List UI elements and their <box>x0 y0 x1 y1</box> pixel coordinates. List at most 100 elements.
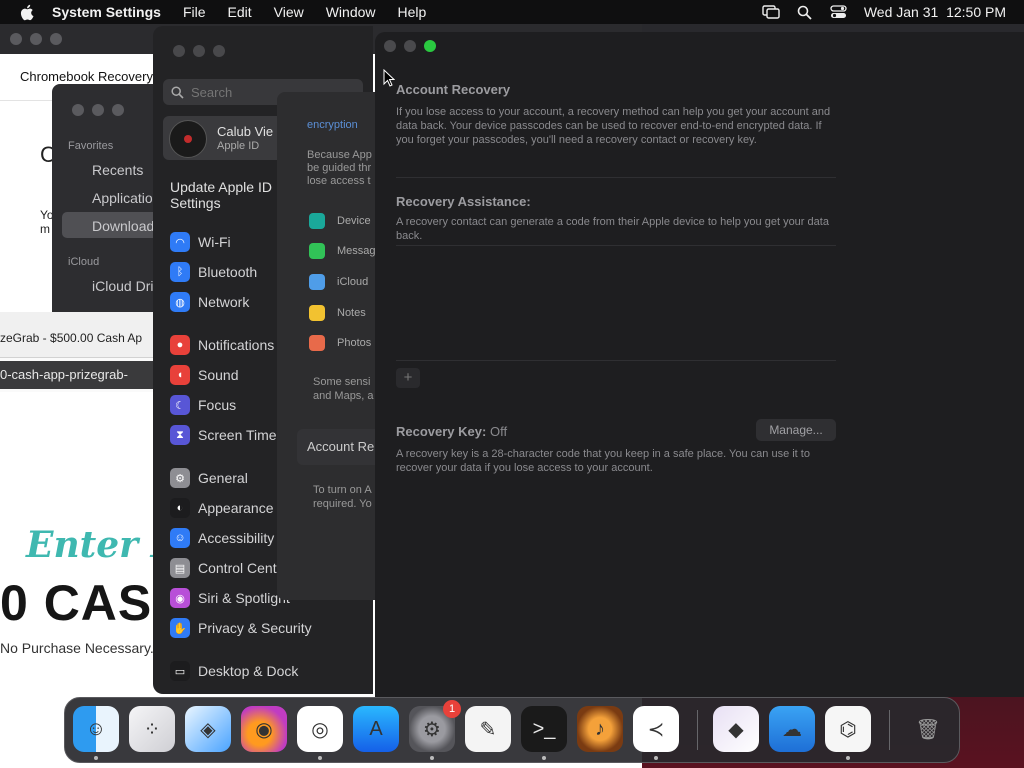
recovery-minimize-button[interactable] <box>404 40 416 52</box>
sidebar-item-label: Notifications <box>198 337 275 353</box>
menu-app-name[interactable]: System Settings <box>52 4 161 20</box>
account-recovery-row[interactable]: Account Re <box>297 429 377 465</box>
system-settings-icon[interactable]: ⚙ 1 <box>409 700 461 752</box>
sidebar-item-label: Network <box>198 294 250 310</box>
sidebar-item-control-center[interactable]: ▤ Control Cent <box>170 557 277 579</box>
finder-zoom-button[interactable] <box>112 104 124 116</box>
menu-window[interactable]: Window <box>326 4 376 20</box>
settings-close-button[interactable] <box>173 45 185 57</box>
menu-view[interactable]: View <box>274 4 304 20</box>
account-recovery-title: Account Recovery <box>396 82 511 97</box>
dock-running-indicator <box>654 756 658 760</box>
firefox-icon[interactable]: ◉ <box>241 706 287 752</box>
prize-popup-url[interactable]: 0-cash-app-prizegrab- <box>0 361 156 389</box>
sidebar-item-appearance[interactable]: ◐ Appearance <box>170 497 274 519</box>
screen-mirroring-icon[interactable] <box>762 4 780 20</box>
chrome-icon[interactable]: ◎ <box>297 706 343 752</box>
terminal-icon[interactable]: >_ <box>521 706 567 752</box>
sidebar-item-accessibility[interactable]: ☺ Accessibility <box>170 527 274 549</box>
weather-icon[interactable]: ☁ <box>769 706 815 752</box>
mid-note-line-2: and Maps, a <box>313 390 374 402</box>
encryption-link[interactable]: encryption <box>307 119 358 132</box>
menu-edit[interactable]: Edit <box>228 4 252 20</box>
dock-icon: ▭ <box>170 661 190 681</box>
sidebar-item-bell[interactable]: ● Notifications <box>170 334 274 356</box>
garageband-glyph-icon: ♪ <box>595 717 605 740</box>
finder-icloud-label: iCloud <box>68 256 100 268</box>
manage-recovery-key-button[interactable]: Manage... <box>756 419 836 441</box>
recovery-key-status: Recovery Key: Off <box>396 424 507 439</box>
sidebar-item-bluetooth[interactable]: ᛒ Bluetooth <box>170 261 257 283</box>
add-recovery-contact-button[interactable]: + <box>396 368 420 388</box>
sidebar-item-label: Screen Time <box>198 427 277 443</box>
recovery-assistance-title: Recovery Assistance: <box>396 194 531 209</box>
finder-item-applications[interactable]: Applicatio <box>92 190 153 206</box>
sidebar-item-gear[interactable]: ⚙ General <box>170 467 248 489</box>
menu-file[interactable]: File <box>183 4 206 20</box>
spotlight-search-icon[interactable] <box>796 4 814 20</box>
sidebar-item-moon[interactable]: ☾ Focus <box>170 394 236 416</box>
launchpad-icon[interactable]: ⁘ <box>129 706 175 752</box>
settings-minimize-button[interactable] <box>193 45 205 57</box>
trash-icon[interactable]: 🗑 <box>905 706 951 752</box>
sidebar-item-globe[interactable]: ◍ Network <box>170 291 249 313</box>
finder-close-button[interactable] <box>72 104 84 116</box>
app-store-icon[interactable]: A <box>353 706 399 752</box>
sidebar-item-hand[interactable]: ✋ Privacy & Security <box>170 617 312 639</box>
finder-icon[interactable]: ☺ <box>73 706 119 752</box>
bluetooth-icon: ᛒ <box>170 262 190 282</box>
menu-help[interactable]: Help <box>398 4 427 20</box>
finder-item-icloud-drive[interactable]: iCloud Dri <box>92 278 153 294</box>
prize-popup-title[interactable]: zeGrab - $500.00 Cash Ap <box>0 331 142 345</box>
dock-separator <box>697 710 698 750</box>
sidebar-item-wifi[interactable]: ◠ Wi-Fi <box>170 231 231 253</box>
garageband-icon[interactable]: ♪ <box>577 706 623 752</box>
sidebar-item-hourglass[interactable]: ⧗ Screen Time <box>170 424 277 446</box>
menu-clock[interactable]: Wed Jan 31 12:50 PM <box>864 4 1006 20</box>
trash-glyph-icon: 🗑 <box>915 718 941 741</box>
account-recovery-window: Account Recovery If you lose access to y… <box>375 32 1024 697</box>
safari-icon[interactable]: ◈ <box>185 706 231 752</box>
system-settings-glyph-icon: ⚙ <box>423 718 441 741</box>
siri-icon: ◉ <box>170 588 190 608</box>
visual-studio-icon[interactable]: ◆ <box>713 706 759 752</box>
photos-app-icon <box>309 335 325 351</box>
sidebar-item-label: Desktop & Dock <box>198 663 299 679</box>
chrome-zoom-button[interactable] <box>50 33 62 45</box>
chrome-minimize-button[interactable] <box>30 33 42 45</box>
recovery-key-body: A recovery key is a 28-character code th… <box>396 448 810 474</box>
mid-desc-line-3: lose access t <box>307 175 371 187</box>
archive-utility-icon[interactable]: ⌬ <box>825 706 871 752</box>
textedit-icon[interactable]: ✎ <box>465 706 511 752</box>
recovery-key-value: Off <box>489 424 508 439</box>
settings-zoom-button[interactable] <box>213 45 225 57</box>
sidebar-item-speaker[interactable]: ◖ Sound <box>170 364 238 386</box>
icloud-sheet-panel: encryption Because App be guided thr los… <box>277 92 377 600</box>
recovery-zoom-button[interactable] <box>424 40 436 52</box>
notification-badge: 1 <box>443 700 461 718</box>
finder-item-recents[interactable]: Recents <box>92 162 143 178</box>
dock-running-indicator <box>846 756 850 760</box>
recovery-assistance-body: A recovery contact can generate a code f… <box>396 216 829 242</box>
update-apple-id-link[interactable]: Update Apple ID Settings <box>170 179 290 211</box>
finder-minimize-button[interactable] <box>92 104 104 116</box>
sidebar-item-dock[interactable]: ▭ Desktop & Dock <box>170 660 298 682</box>
recovery-close-button[interactable] <box>384 40 396 52</box>
bell-icon: ● <box>170 335 190 355</box>
chrome-tab-title[interactable]: Chromebook Recovery <box>20 69 153 84</box>
sidebar-item-label: Wi-Fi <box>198 234 231 250</box>
sidebar-item-label: General <box>198 470 248 486</box>
sidebar-item-label: Focus <box>198 397 237 413</box>
appearance-icon: ◐ <box>170 498 190 518</box>
prize-popup-titlebar: zeGrab - $500.00 Cash Ap <box>0 312 156 358</box>
hand-icon: ✋ <box>170 618 190 638</box>
chrome-close-button[interactable] <box>10 33 22 45</box>
finder-item-downloads[interactable]: Download <box>92 218 154 234</box>
control-center-menubar-icon[interactable] <box>830 4 848 20</box>
icloud-app-icon <box>309 274 325 290</box>
apple-menu-icon[interactable] <box>18 4 34 20</box>
vscode-icon[interactable]: ≺ <box>633 706 679 752</box>
sidebar-item-siri[interactable]: ◉ Siri & Spotlight <box>170 587 290 609</box>
control-center-icon: ▤ <box>170 558 190 578</box>
avatar <box>169 120 207 158</box>
